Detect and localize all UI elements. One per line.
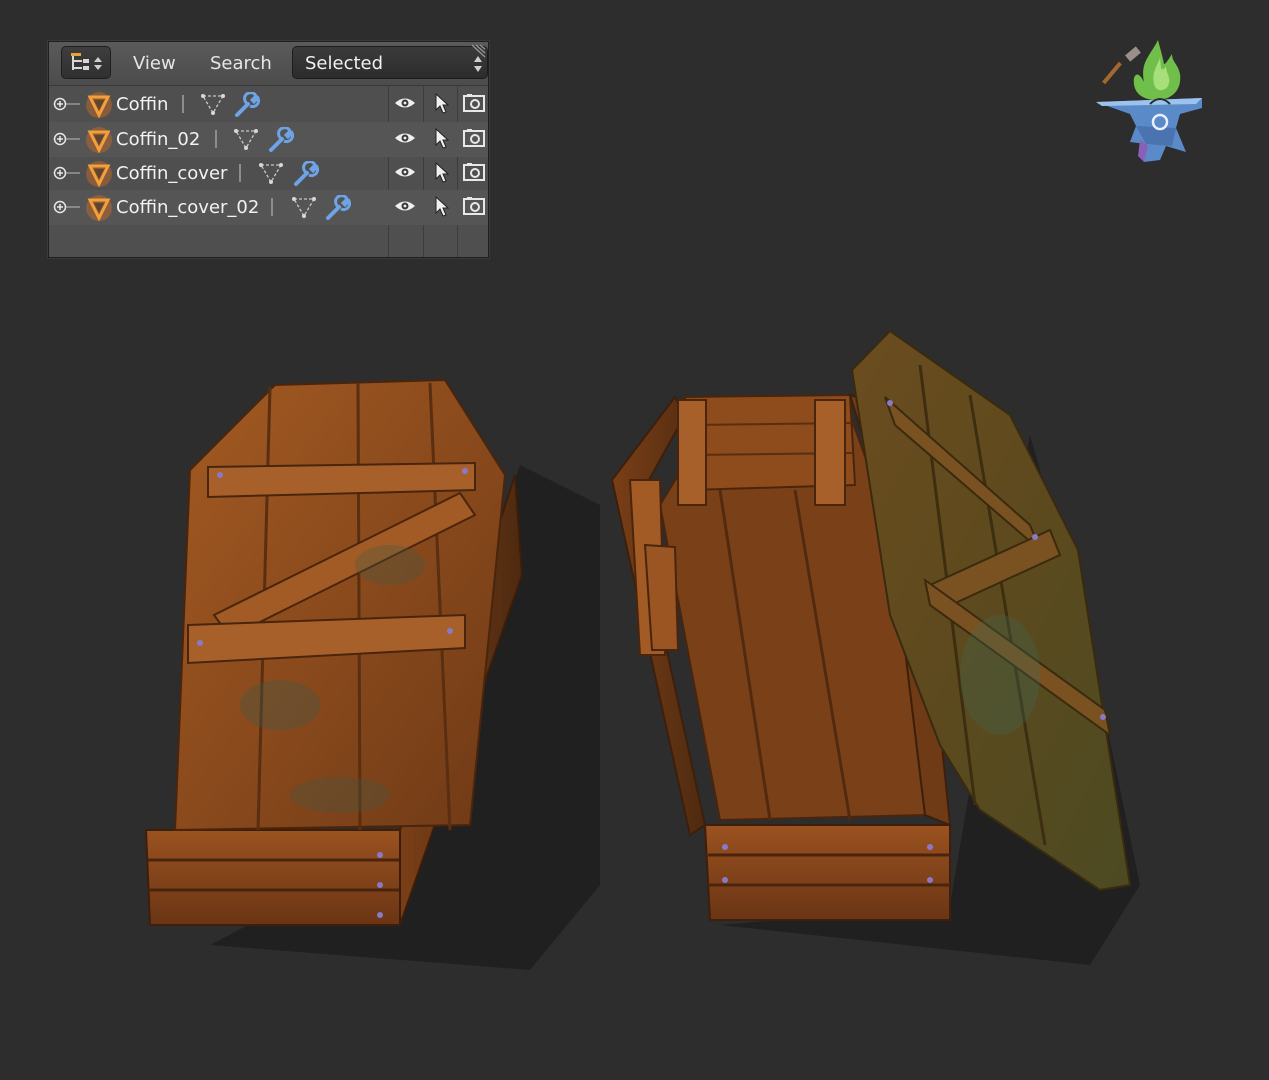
mesh-object-icon bbox=[86, 195, 112, 222]
outliner-header: View Search Selected bbox=[49, 42, 488, 86]
name-separator bbox=[182, 95, 184, 113]
expand-plus-icon[interactable] bbox=[53, 96, 81, 112]
mesh-data-icon[interactable] bbox=[200, 92, 226, 116]
camera-icon[interactable] bbox=[463, 128, 485, 148]
object-name[interactable]: Coffin_02 bbox=[116, 129, 200, 150]
eye-icon[interactable] bbox=[394, 131, 416, 145]
cursor-icon[interactable] bbox=[434, 196, 450, 218]
editor-type-button[interactable] bbox=[61, 46, 111, 79]
viewport-scene bbox=[144, 329, 1140, 970]
eye-icon[interactable] bbox=[394, 165, 416, 179]
cursor-icon[interactable] bbox=[434, 128, 450, 150]
object-name[interactable]: Coffin_cover bbox=[116, 163, 227, 184]
name-separator bbox=[215, 130, 217, 148]
outliner-row-coffin-cover[interactable]: Coffin_cover bbox=[49, 156, 488, 191]
expand-plus-icon[interactable] bbox=[53, 165, 81, 181]
anvil-flame-logo bbox=[1096, 40, 1202, 162]
eye-icon[interactable] bbox=[394, 199, 416, 213]
outliner-editor-icon bbox=[71, 53, 102, 70]
object-name[interactable]: Coffin_cover_02 bbox=[116, 197, 259, 218]
mesh-data-icon[interactable] bbox=[233, 127, 259, 151]
view-menu[interactable]: View bbox=[133, 53, 176, 74]
mesh-data-icon[interactable] bbox=[291, 195, 317, 219]
object-name[interactable]: Coffin bbox=[116, 94, 168, 115]
cursor-icon[interactable] bbox=[434, 162, 450, 184]
mesh-object-icon bbox=[86, 127, 112, 154]
eye-icon[interactable] bbox=[394, 96, 416, 110]
camera-icon[interactable] bbox=[463, 162, 485, 182]
area-corner-grip-icon[interactable] bbox=[470, 44, 486, 58]
wrench-icon[interactable] bbox=[233, 92, 261, 118]
camera-icon[interactable] bbox=[463, 196, 485, 216]
name-separator bbox=[239, 164, 241, 182]
mesh-object-icon bbox=[86, 92, 112, 119]
display-mode-value: Selected bbox=[305, 53, 384, 74]
outliner-row-coffin-02[interactable]: Coffin_02 bbox=[49, 122, 488, 157]
expand-plus-icon[interactable] bbox=[53, 199, 81, 215]
wrench-icon[interactable] bbox=[324, 195, 352, 221]
outliner-row-coffin-cover-02[interactable]: Coffin_cover_02 bbox=[49, 190, 488, 225]
expand-plus-icon[interactable] bbox=[53, 131, 81, 147]
display-mode-dropdown[interactable]: Selected bbox=[292, 46, 488, 79]
mesh-data-icon[interactable] bbox=[258, 161, 284, 185]
camera-icon[interactable] bbox=[463, 93, 485, 113]
mesh-object-icon bbox=[86, 161, 112, 188]
name-separator bbox=[271, 198, 273, 216]
wrench-icon[interactable] bbox=[267, 127, 295, 153]
outliner-panel: View Search Selected Coffin Coffin_02 Co… bbox=[48, 41, 489, 258]
wrench-icon[interactable] bbox=[292, 161, 320, 187]
outliner-row-coffin[interactable]: Coffin bbox=[49, 87, 488, 122]
cursor-icon[interactable] bbox=[434, 93, 450, 115]
search-menu[interactable]: Search bbox=[210, 53, 272, 74]
